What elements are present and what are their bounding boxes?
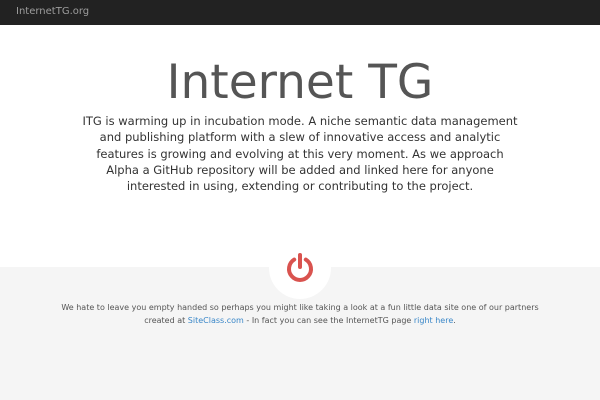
footer-text-middle: - In fact you can see the InternetTG pag…	[243, 315, 414, 325]
brand-link[interactable]: InternetTG.org	[16, 5, 89, 19]
power-badge	[269, 237, 331, 299]
page-title: Internet TG	[166, 55, 434, 110]
power-icon	[287, 253, 313, 282]
hero-section: Internet TG ITG is warming up in incubat…	[0, 25, 600, 267]
footer-text-after: .	[453, 315, 456, 325]
intro-text: ITG is warming up in incubation mode. A …	[82, 114, 518, 194]
siteclass-link[interactable]: SiteClass.com	[188, 316, 244, 325]
footer-message: We hate to leave you empty handed so per…	[60, 302, 540, 327]
internettg-page-link[interactable]: right here	[414, 316, 453, 325]
top-navbar: InternetTG.org	[0, 0, 600, 25]
